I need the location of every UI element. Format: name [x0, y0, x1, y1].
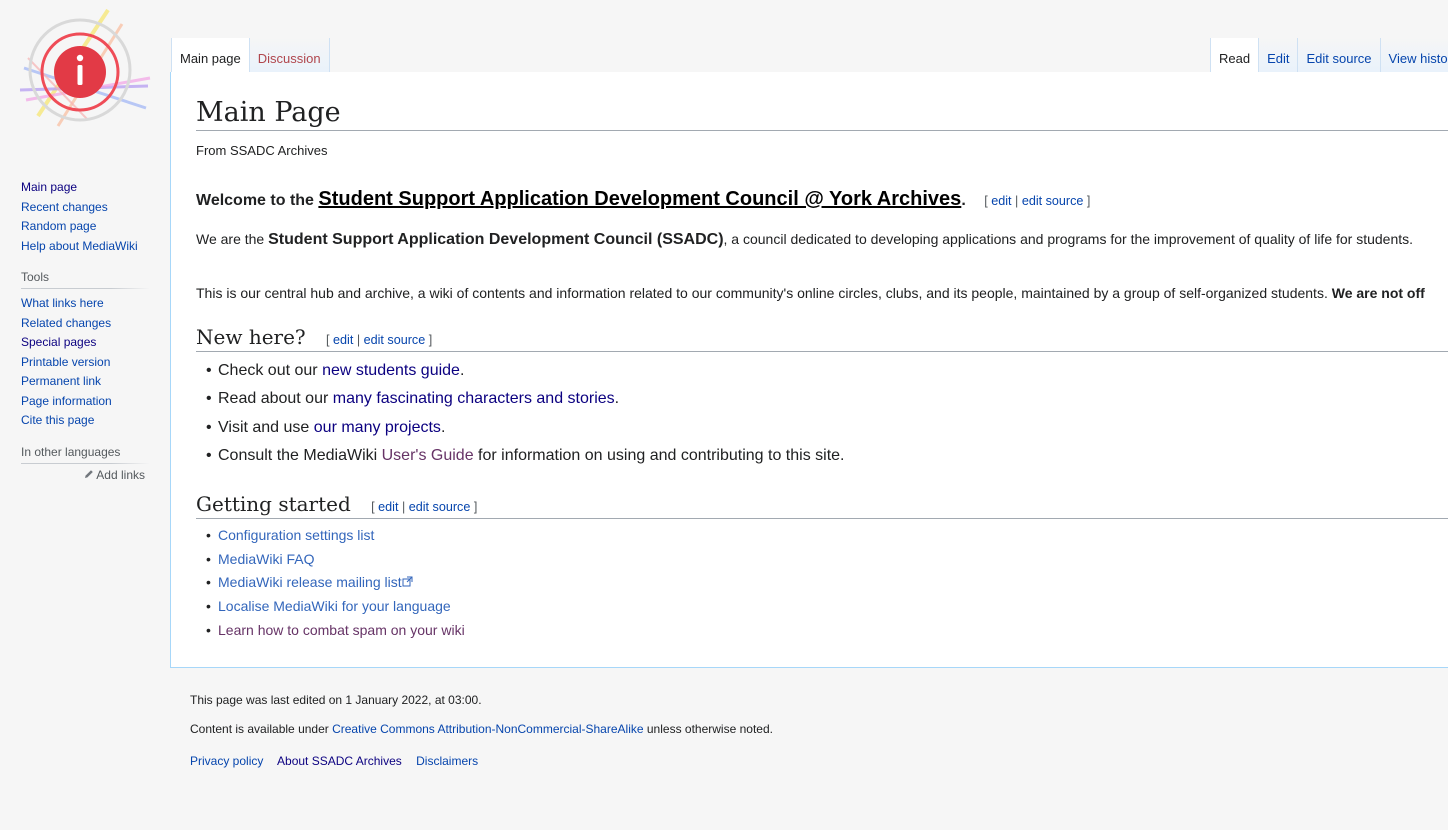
section-edit-links: [ edit | edit source ]: [326, 333, 433, 347]
edit-link[interactable]: edit: [378, 500, 398, 514]
new-here-heading: New here? [ edit | edit source ]: [196, 324, 1448, 352]
about-link[interactable]: About SSADC Archives: [277, 754, 402, 768]
section-edit-links: [ edit | edit source ]: [984, 194, 1091, 208]
sidebar-item-random-page[interactable]: Random page: [21, 217, 160, 237]
list-item: MediaWiki FAQ: [206, 548, 465, 572]
content-area: Main Page From SSADC Archives Welcome to…: [170, 72, 1448, 668]
sidebar-item-related-changes[interactable]: Related changes: [21, 314, 160, 334]
combat-spam-link[interactable]: Learn how to combat spam on your wiki: [218, 622, 465, 638]
sidebar: Main page Recent changes Random page Hel…: [0, 178, 160, 482]
projects-link[interactable]: our many projects: [314, 419, 441, 436]
license-link[interactable]: Creative Commons Attribution-NonCommerci…: [332, 722, 643, 736]
new-students-guide-link[interactable]: new students guide: [322, 362, 460, 379]
license-text: Content is available under Creative Comm…: [190, 722, 773, 736]
sidebar-item-special-pages[interactable]: Special pages: [21, 333, 160, 353]
welcome-link[interactable]: Student Support Application Development …: [318, 188, 961, 210]
sidebar-item-what-links-here[interactable]: What links here: [21, 294, 160, 314]
tab-read[interactable]: Read: [1210, 38, 1260, 72]
list-item: Read about our many fascinating characte…: [206, 385, 844, 414]
page-title: Main Page: [196, 72, 1448, 131]
users-guide-link[interactable]: User's Guide: [382, 447, 474, 464]
wiki-logo-icon[interactable]: [18, 8, 152, 128]
sidebar-item-cite-this-page[interactable]: Cite this page: [21, 411, 160, 431]
getting-started-heading: Getting started [ edit | edit source ]: [196, 491, 1448, 519]
sidebar-item-page-information[interactable]: Page information: [21, 392, 160, 412]
list-item: Consult the MediaWiki User's Guide for i…: [206, 442, 844, 471]
welcome-heading: Welcome to the Student Support Applicati…: [196, 188, 1091, 210]
edit-link[interactable]: edit: [991, 194, 1011, 208]
tab-edit[interactable]: Edit: [1259, 38, 1299, 72]
edit-source-link[interactable]: edit source: [409, 500, 471, 514]
intro-paragraph: We are the Student Support Application D…: [196, 231, 1414, 248]
list-item: Localise MediaWiki for your language: [206, 595, 465, 619]
add-links-button[interactable]: Add links: [21, 468, 145, 482]
edit-link[interactable]: edit: [333, 333, 353, 347]
view-tabs: Read Edit Edit source View histor: [1210, 38, 1448, 72]
getting-started-list: Configuration settings list MediaWiki FA…: [206, 524, 465, 642]
sidebar-item-printable-version[interactable]: Printable version: [21, 353, 160, 373]
pencil-icon: [84, 468, 97, 482]
tab-edit-source[interactable]: Edit source: [1298, 38, 1381, 72]
config-settings-link[interactable]: Configuration settings list: [218, 527, 374, 543]
tab-main-page[interactable]: Main page: [171, 38, 250, 72]
localise-link[interactable]: Localise MediaWiki for your language: [218, 598, 451, 614]
site-subtitle: From SSADC Archives: [196, 143, 328, 158]
list-item: Configuration settings list: [206, 524, 465, 548]
tools-portal: Tools What links here Related changes Sp…: [21, 270, 160, 431]
list-item: Check out our new students guide.: [206, 357, 844, 386]
languages-heading: In other languages: [21, 444, 149, 464]
footer: This page was last edited on 1 January 2…: [190, 690, 773, 771]
new-here-list: Check out our new students guide. Read a…: [206, 357, 844, 470]
edit-source-link[interactable]: edit source: [364, 333, 426, 347]
last-edited: This page was last edited on 1 January 2…: [190, 693, 482, 707]
faq-link[interactable]: MediaWiki FAQ: [218, 551, 314, 567]
footer-places: Privacy policy About SSADC Archives Disc…: [190, 751, 773, 771]
namespace-tabs: Main page Discussion: [171, 38, 330, 72]
disclaimers-link[interactable]: Disclaimers: [416, 754, 478, 768]
tools-heading: Tools: [21, 270, 149, 289]
sidebar-item-recent-changes[interactable]: Recent changes: [21, 198, 160, 218]
edit-source-link[interactable]: edit source: [1022, 194, 1084, 208]
tab-discussion[interactable]: Discussion: [249, 38, 330, 72]
list-item: Learn how to combat spam on your wiki: [206, 619, 465, 643]
list-item: Visit and use our many projects.: [206, 414, 844, 443]
characters-stories-link[interactable]: many fascinating characters and stories: [333, 390, 615, 407]
mailing-list-link[interactable]: MediaWiki release mailing list: [218, 574, 402, 590]
external-link-icon: [402, 574, 413, 590]
hub-paragraph: This is our central hub and archive, a w…: [196, 285, 1425, 301]
navigation-portal: Main page Recent changes Random page Hel…: [21, 178, 160, 256]
section-edit-links: [ edit | edit source ]: [371, 500, 478, 514]
tab-view-history[interactable]: View histor: [1380, 38, 1448, 72]
list-item: MediaWiki release mailing list: [206, 571, 465, 595]
sidebar-item-help[interactable]: Help about MediaWiki: [21, 237, 160, 257]
sidebar-item-main-page[interactable]: Main page: [21, 178, 160, 198]
languages-portal: In other languages Add links: [21, 444, 160, 482]
privacy-policy-link[interactable]: Privacy policy: [190, 754, 263, 768]
sidebar-item-permanent-link[interactable]: Permanent link: [21, 372, 160, 392]
